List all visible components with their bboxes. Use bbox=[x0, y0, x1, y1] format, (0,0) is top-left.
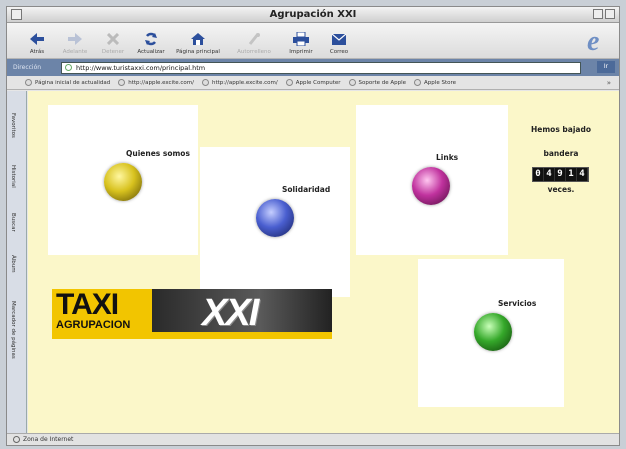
link-globe-icon bbox=[25, 79, 32, 86]
link-globe-icon bbox=[118, 79, 126, 86]
sidebar-tab-favorites[interactable]: Favoritos bbox=[10, 113, 16, 138]
address-label: Dirección bbox=[13, 64, 42, 71]
mail-button[interactable]: Correo bbox=[321, 31, 357, 55]
more-links-chevron-icon[interactable]: » bbox=[607, 79, 611, 87]
links-orb-icon[interactable] bbox=[412, 167, 450, 205]
mail-label: Correo bbox=[329, 49, 349, 55]
window-title: Agrupación XXI bbox=[269, 9, 357, 20]
browser-main: Favoritos Historial Buscar Álbum Marcado… bbox=[7, 91, 619, 436]
web-page-content: Quienes somos Solidaridad Links Servicio… bbox=[28, 91, 619, 436]
svg-text:e: e bbox=[587, 27, 599, 53]
banner-text-taxi: TAXI bbox=[56, 289, 119, 321]
card-links: Links bbox=[356, 105, 508, 255]
counter-digit: 4 bbox=[544, 168, 555, 181]
favorites-link-label: Apple Computer bbox=[295, 79, 341, 86]
page-globe-icon bbox=[65, 64, 72, 71]
counter-line-3: veces. bbox=[547, 185, 575, 194]
link-globe-icon bbox=[202, 79, 209, 86]
favorites-link[interactable]: http://apple.excite.com/ bbox=[202, 79, 278, 86]
autofill-button[interactable]: Autorrelleno bbox=[227, 31, 281, 55]
sidebar-tab-history[interactable]: Historial bbox=[10, 165, 16, 188]
hit-counter: 0 4 9 1 4 bbox=[532, 167, 589, 182]
go-button[interactable]: Ir bbox=[597, 61, 615, 73]
toolbar: Atrás Adelante Detener Actualizar Página… bbox=[7, 23, 619, 59]
favorites-bar: Página inicial de actualidad http://appl… bbox=[7, 76, 619, 90]
counter-digit: 9 bbox=[555, 168, 566, 181]
title-bar[interactable]: Agrupación XXI bbox=[7, 7, 619, 23]
home-icon bbox=[189, 31, 207, 47]
print-label: Imprimir bbox=[289, 49, 313, 55]
favorites-link-label: http://apple.excite.com/ bbox=[212, 79, 278, 86]
card-quienes-somos: Quienes somos bbox=[48, 105, 198, 255]
nav-link-servicios[interactable]: Servicios bbox=[498, 299, 536, 308]
stop-x-icon bbox=[104, 31, 122, 47]
explorer-sidebar: Favoritos Historial Buscar Álbum Marcado… bbox=[7, 91, 27, 436]
internet-explorer-logo-icon: e bbox=[585, 26, 611, 57]
link-globe-icon bbox=[348, 79, 356, 86]
print-button[interactable]: Imprimir bbox=[283, 31, 319, 55]
banner-yellow-stripe bbox=[52, 332, 332, 339]
favorites-link-label: http://apple.excite.com/ bbox=[128, 79, 194, 86]
address-bar: Dirección http://www.turistaxxi.com/prin… bbox=[7, 59, 619, 76]
counter-digit: 0 bbox=[533, 168, 544, 181]
back-arrow-icon bbox=[28, 31, 46, 47]
quienes-somos-orb-icon[interactable] bbox=[104, 163, 142, 201]
taxi-agrupacion-logo: TAXI AGRUPACION XXI bbox=[52, 289, 332, 339]
banner-text-agrupacion: AGRUPACION bbox=[56, 319, 131, 331]
favorites-link[interactable]: Apple Store bbox=[414, 79, 456, 86]
counter-digit: 4 bbox=[577, 168, 588, 181]
forward-label: Adelante bbox=[62, 49, 88, 55]
favorites-link[interactable]: Soporte de Apple bbox=[348, 79, 407, 86]
sidebar-tab-album[interactable]: Álbum bbox=[10, 255, 16, 273]
forward-arrow-icon bbox=[66, 31, 84, 47]
back-button[interactable]: Atrás bbox=[19, 31, 55, 55]
favorites-link[interactable]: Apple Computer bbox=[285, 79, 341, 86]
home-label: Página principal bbox=[176, 49, 220, 55]
home-button[interactable]: Página principal bbox=[171, 31, 225, 55]
counter-digit: 1 bbox=[566, 168, 577, 181]
favorites-link-label: Apple Store bbox=[424, 79, 456, 86]
browser-window: Agrupación XXI Atrás Adelante Detener Ac… bbox=[6, 6, 620, 446]
counter-line-1: Hemos bajado bbox=[531, 125, 591, 134]
favorites-link-label: Página inicial de actualidad bbox=[35, 79, 111, 86]
servicios-orb-icon[interactable] bbox=[474, 313, 512, 351]
favorites-link[interactable]: Página inicial de actualidad bbox=[25, 79, 110, 86]
autofill-label: Autorrelleno bbox=[237, 49, 271, 55]
nav-link-quienes-somos[interactable]: Quienes somos bbox=[126, 149, 190, 158]
refresh-button[interactable]: Actualizar bbox=[133, 31, 169, 55]
card-servicios: Servicios bbox=[418, 259, 564, 407]
stop-label: Detener bbox=[101, 49, 125, 55]
url-text: http://www.turistaxxi.com/principal.htm bbox=[76, 63, 206, 72]
back-label: Atrás bbox=[29, 49, 45, 55]
sidebar-tab-page-holder[interactable]: Marcador de páginas bbox=[10, 301, 16, 359]
stop-button[interactable]: Detener bbox=[95, 31, 131, 55]
status-bar: Zona de Internet bbox=[7, 433, 619, 445]
collapse-box-icon[interactable] bbox=[605, 9, 615, 19]
autofill-icon bbox=[245, 31, 263, 47]
status-text: Zona de Internet bbox=[23, 436, 74, 443]
card-solidaridad: Solidaridad bbox=[200, 147, 350, 297]
nav-link-links[interactable]: Links bbox=[436, 153, 458, 162]
window-controls bbox=[593, 9, 615, 19]
mail-icon bbox=[330, 31, 348, 47]
solidaridad-orb-icon[interactable] bbox=[256, 199, 294, 237]
counter-line-2: bandera bbox=[543, 149, 579, 158]
zoom-box-icon[interactable] bbox=[593, 9, 603, 19]
url-input[interactable]: http://www.turistaxxi.com/principal.htm bbox=[61, 61, 581, 74]
link-globe-icon bbox=[285, 79, 293, 86]
internet-zone-globe-icon bbox=[13, 436, 20, 443]
print-icon bbox=[292, 31, 310, 47]
banner-text-xxi: XXI bbox=[202, 292, 259, 334]
nav-link-solidaridad[interactable]: Solidaridad bbox=[282, 185, 330, 194]
sidebar-tab-search[interactable]: Buscar bbox=[10, 213, 16, 232]
favorites-link[interactable]: http://apple.excite.com/ bbox=[118, 79, 194, 86]
refresh-label: Actualizar bbox=[137, 49, 165, 55]
forward-button[interactable]: Adelante bbox=[57, 31, 93, 55]
refresh-icon bbox=[142, 31, 160, 47]
link-globe-icon bbox=[414, 79, 422, 86]
favorites-link-label: Soporte de Apple bbox=[358, 79, 407, 86]
